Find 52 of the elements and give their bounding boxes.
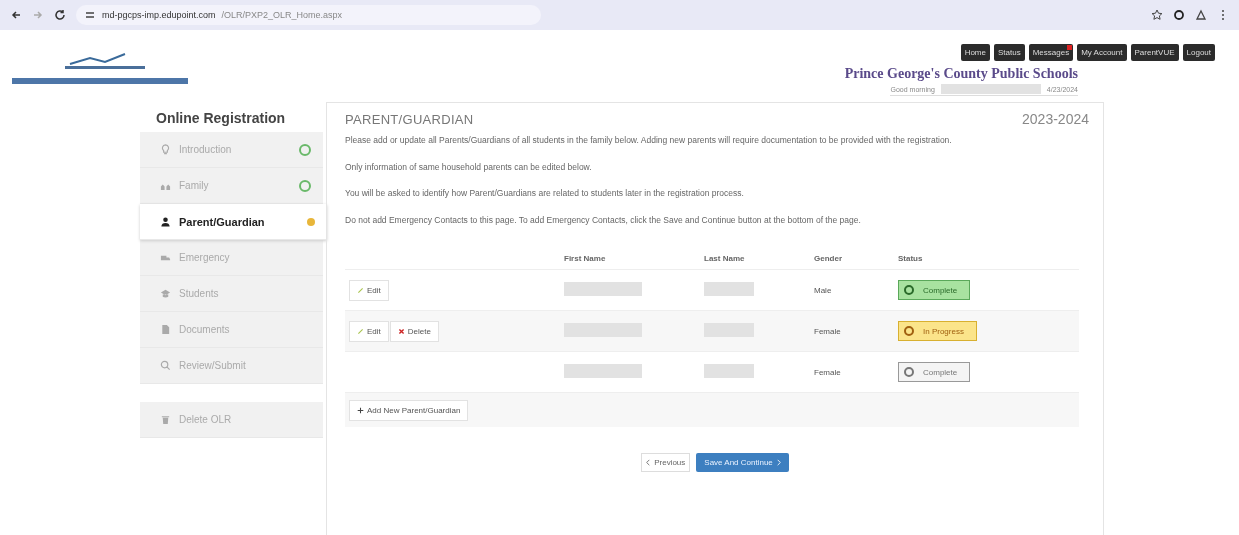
school-year: 2023-2024 <box>1022 111 1089 127</box>
status-badge: Complete <box>898 362 971 383</box>
reload-icon[interactable] <box>54 9 66 21</box>
sidebar-item[interactable]: Parent/Guardian <box>140 204 327 240</box>
graduation-cap-icon <box>160 288 171 299</box>
close-icon <box>397 327 405 335</box>
table-cell-text: Male <box>814 285 833 295</box>
redacted-bar <box>704 364 754 379</box>
trash-icon <box>160 414 171 425</box>
edit-button[interactable]: Edit <box>349 279 389 301</box>
plus-icon <box>357 406 364 414</box>
status-badge: In Progress <box>898 321 977 342</box>
page-title: PARENT/GUARDIAN <box>345 112 474 127</box>
nav-button[interactable]: Messages <box>1028 44 1074 61</box>
column-header: Last Name <box>704 253 746 263</box>
column-header: Gender <box>814 253 843 263</box>
column-header: First Name <box>564 253 607 263</box>
instruction-text: You will be asked to identify how Parent/Guardians are related to students later in the registration process. <box>345 187 745 201</box>
person-icon <box>160 216 171 227</box>
document-icon <box>160 324 171 335</box>
pencil-icon <box>357 327 364 335</box>
search-icon <box>160 360 171 371</box>
previous-button[interactable]: Previous <box>641 453 691 473</box>
redacted-bar <box>704 282 754 297</box>
column-header: Status <box>898 253 924 263</box>
nav-button[interactable]: Home <box>960 44 990 61</box>
nav-button[interactable]: Status <box>994 44 1025 61</box>
delete-button[interactable]: Delete <box>389 320 439 342</box>
instruction-text: Only information of same household parents can be edited below. <box>345 160 593 174</box>
instruction-text: Please add or update all Parents/Guardians of all students in the family below. Adding new parents will require documentation to be provided with the registration. <box>345 134 953 147</box>
back-icon[interactable] <box>10 9 22 21</box>
edit-button[interactable]: Edit <box>349 320 389 342</box>
save-continue-button[interactable]: Save And Continue <box>696 453 789 473</box>
table-cell-text: Female <box>814 367 842 377</box>
nav-button[interactable]: ParentVUE <box>1130 44 1179 61</box>
extension-icon[interactable] <box>1173 9 1185 21</box>
table-cell-text: Female <box>814 326 842 336</box>
nav-button[interactable]: My Account <box>1077 44 1127 61</box>
chevron-left-icon <box>646 459 651 467</box>
star-icon[interactable] <box>1151 9 1163 21</box>
address-bar[interactable]: md-pgcps-imp.edupoint.com /OLR/PXP2_OLR_Home.aspx <box>76 5 541 25</box>
district-name: Prince George's County Public Schools <box>844 66 1078 82</box>
site-info-icon[interactable] <box>84 9 96 21</box>
pencil-icon <box>357 286 364 294</box>
sidebar-title: Online Registration <box>155 109 287 128</box>
add-parent-button[interactable]: Add New Parent/Guardian <box>349 399 469 421</box>
status-badge: Complete <box>898 280 971 301</box>
nav-button[interactable]: Logout <box>1182 44 1215 61</box>
profile-icon[interactable] <box>1195 9 1207 21</box>
chevron-right-icon <box>776 459 781 467</box>
instruction-text: Do not add Emergency Contacts to this page. To add Emergency Contacts, click the Save and Continue button at the bottom of the page. <box>345 213 862 227</box>
lightbulb-icon <box>160 144 171 155</box>
